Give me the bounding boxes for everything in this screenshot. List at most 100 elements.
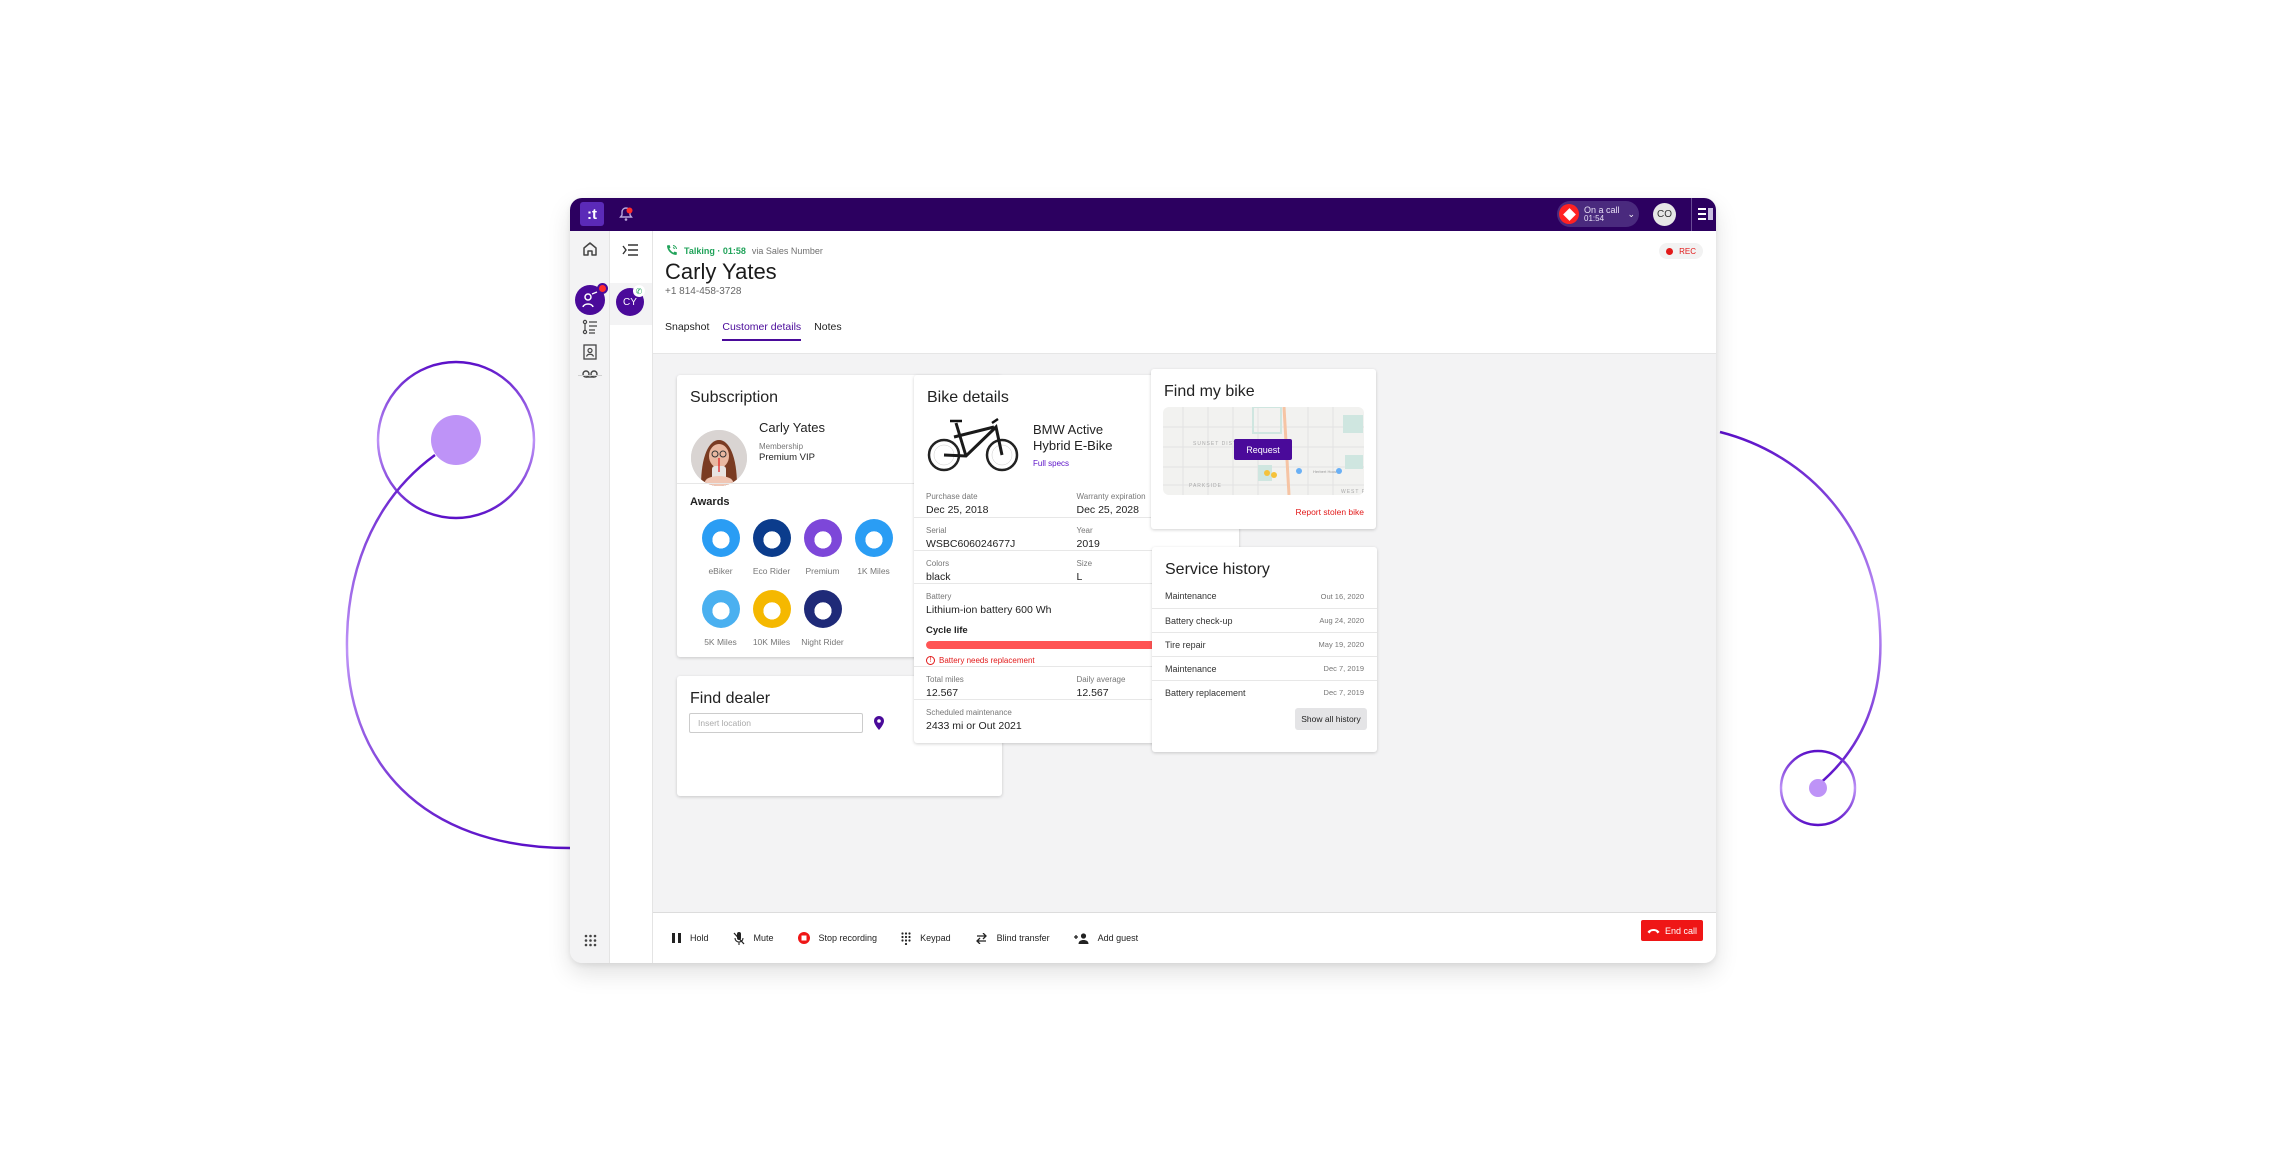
end-call-label: End call xyxy=(1664,925,1698,936)
dealer-location-input[interactable] xyxy=(689,713,863,733)
right-orbit-ring xyxy=(1779,749,1857,827)
menu-collapse-icon[interactable] xyxy=(622,243,638,261)
keypad-label: Keypad xyxy=(920,933,951,943)
talkdesk-logo-icon[interactable]: :t xyxy=(580,202,604,226)
globe-badge-icon xyxy=(701,590,740,628)
customer-photo xyxy=(691,430,747,486)
home-icon[interactable] xyxy=(580,239,600,259)
apps-grid-icon[interactable] xyxy=(580,930,600,950)
award-label: 5K Miles xyxy=(704,637,737,647)
tab-customer-details[interactable]: Customer details xyxy=(722,321,802,341)
left-orbit-path xyxy=(345,453,571,850)
award-label: 10K Miles xyxy=(752,637,791,647)
field-label: Colors xyxy=(926,559,950,568)
chevron-down-icon: ⌄ xyxy=(1627,208,1636,219)
service-type: Battery replacement xyxy=(1165,687,1246,698)
service-history-row[interactable]: Battery check-up Aug 24, 2020 xyxy=(1152,608,1377,632)
award-item[interactable]: Premium xyxy=(797,519,848,576)
subscriber-name: Carly Yates xyxy=(759,420,825,435)
service-date: Dec 7, 2019 xyxy=(1323,688,1364,697)
add-person-icon xyxy=(1073,932,1089,944)
voicemail-icon[interactable] xyxy=(580,364,600,384)
stop-record-icon xyxy=(797,932,810,944)
bike-location-map[interactable]: SUNSET DISTR PARKSIDE Herbert Hoover WES… xyxy=(1163,407,1364,495)
card-title: Bike details xyxy=(927,389,1009,406)
field-label: Total miles xyxy=(926,675,964,684)
stop-recording-label: Stop recording xyxy=(818,933,878,943)
recording-label: REC xyxy=(1679,246,1696,256)
service-type: Battery check-up xyxy=(1165,615,1233,626)
left-orbit-dot xyxy=(431,415,481,465)
service-date: Aug 24, 2020 xyxy=(1319,616,1364,625)
award-item[interactable]: 5K Miles xyxy=(695,590,746,647)
call-status-timer: 01:54 xyxy=(1584,213,1605,223)
right-orbit-path xyxy=(1719,430,1882,786)
service-history-row[interactable]: Maintenance Dec 7, 2019 xyxy=(1152,656,1377,680)
compass-badge-icon xyxy=(854,519,893,557)
service-history-row[interactable]: Battery replacement Dec 7, 2019 xyxy=(1152,680,1377,704)
service-type: Maintenance xyxy=(1165,663,1217,674)
service-history-row[interactable]: Maintenance Out 16, 2020 xyxy=(1152,584,1377,608)
award-item[interactable]: Night Rider xyxy=(797,590,848,647)
keypad-icon xyxy=(901,931,911,945)
award-label: Premium xyxy=(805,566,840,576)
card-title: Service history xyxy=(1165,561,1270,578)
mic-off-icon xyxy=(733,931,745,945)
award-item[interactable]: Eco Rider xyxy=(746,519,797,576)
blind-transfer-button[interactable]: Blind transfer xyxy=(975,932,1050,944)
list-tree-icon[interactable] xyxy=(580,317,600,337)
color-value: black xyxy=(926,571,951,583)
award-label: 1K Miles xyxy=(857,566,890,576)
svg-text:WEST P: WEST P xyxy=(1341,489,1364,495)
ebike-badge-icon xyxy=(701,519,740,557)
card-title: Find my bike xyxy=(1164,383,1255,400)
field-label: Serial xyxy=(926,526,947,535)
service-history-card: Service history Maintenance Out 16, 2020 B… xyxy=(1152,547,1377,752)
cycle-life-label: Cycle life xyxy=(926,625,968,636)
tab-snapshot[interactable]: Snapshot xyxy=(665,321,709,341)
call-status-pill[interactable]: On a call 01:54 ⌄ xyxy=(1557,201,1639,227)
award-label: Eco Rider xyxy=(752,566,791,576)
divider xyxy=(1691,198,1692,231)
card-title: Find dealer xyxy=(690,690,771,707)
report-stolen-bike-link[interactable]: Report stolen bike xyxy=(1295,507,1364,517)
service-type: Maintenance xyxy=(1165,591,1217,601)
full-specs-link[interactable]: Full specs xyxy=(1033,459,1069,468)
end-call-button[interactable]: End call xyxy=(1641,920,1703,941)
svg-text:PARKSIDE: PARKSIDE xyxy=(1189,483,1222,489)
contact-name: Carly Yates xyxy=(665,259,777,284)
hold-button[interactable]: Hold xyxy=(672,933,709,943)
service-history-row[interactable]: Tire repair May 19, 2020 xyxy=(1152,632,1377,656)
show-all-history-button[interactable]: Show all history xyxy=(1295,708,1367,730)
recording-badge: REC xyxy=(1659,243,1703,259)
contact-card-icon[interactable] xyxy=(580,342,600,362)
add-guest-button[interactable]: Add guest xyxy=(1073,932,1138,944)
keypad-button[interactable]: Keypad xyxy=(901,931,951,945)
phone-icon: ✆ xyxy=(633,285,645,297)
side-panel-icon[interactable] xyxy=(1698,207,1714,221)
transfer-icon xyxy=(975,932,988,944)
record-dot-icon xyxy=(1666,247,1674,255)
location-pin-icon[interactable] xyxy=(874,716,884,730)
bell-icon[interactable] xyxy=(618,206,634,222)
mute-button[interactable]: Mute xyxy=(733,931,774,945)
award-item[interactable]: 10K Miles xyxy=(746,590,797,647)
plug-badge-icon xyxy=(752,519,791,557)
award-item[interactable]: eBiker xyxy=(695,519,746,576)
pause-icon xyxy=(672,933,681,943)
right-orbit-dot xyxy=(1809,779,1827,797)
active-interaction-item[interactable]: CY ✆ xyxy=(610,283,652,325)
contact-phone: +1 814-458-3728 xyxy=(665,286,742,297)
record-icon xyxy=(1559,204,1579,224)
call-controls-bar: Hold Mute Stop recording Keypad Blind tr… xyxy=(653,912,1716,963)
request-location-button[interactable]: Request xyxy=(1234,439,1292,460)
award-item[interactable]: 1K Miles xyxy=(848,519,899,576)
service-date: Dec 7, 2019 xyxy=(1323,664,1364,673)
divider xyxy=(578,375,602,376)
user-avatar[interactable]: CO xyxy=(1653,203,1676,226)
contact-initials: CY xyxy=(623,296,637,308)
stop-recording-button[interactable]: Stop recording xyxy=(797,932,878,944)
tab-notes[interactable]: Notes xyxy=(814,321,841,341)
service-date: Out 16, 2020 xyxy=(1320,591,1364,601)
bike-model-line2: Hybrid E-Bike xyxy=(1033,438,1113,453)
